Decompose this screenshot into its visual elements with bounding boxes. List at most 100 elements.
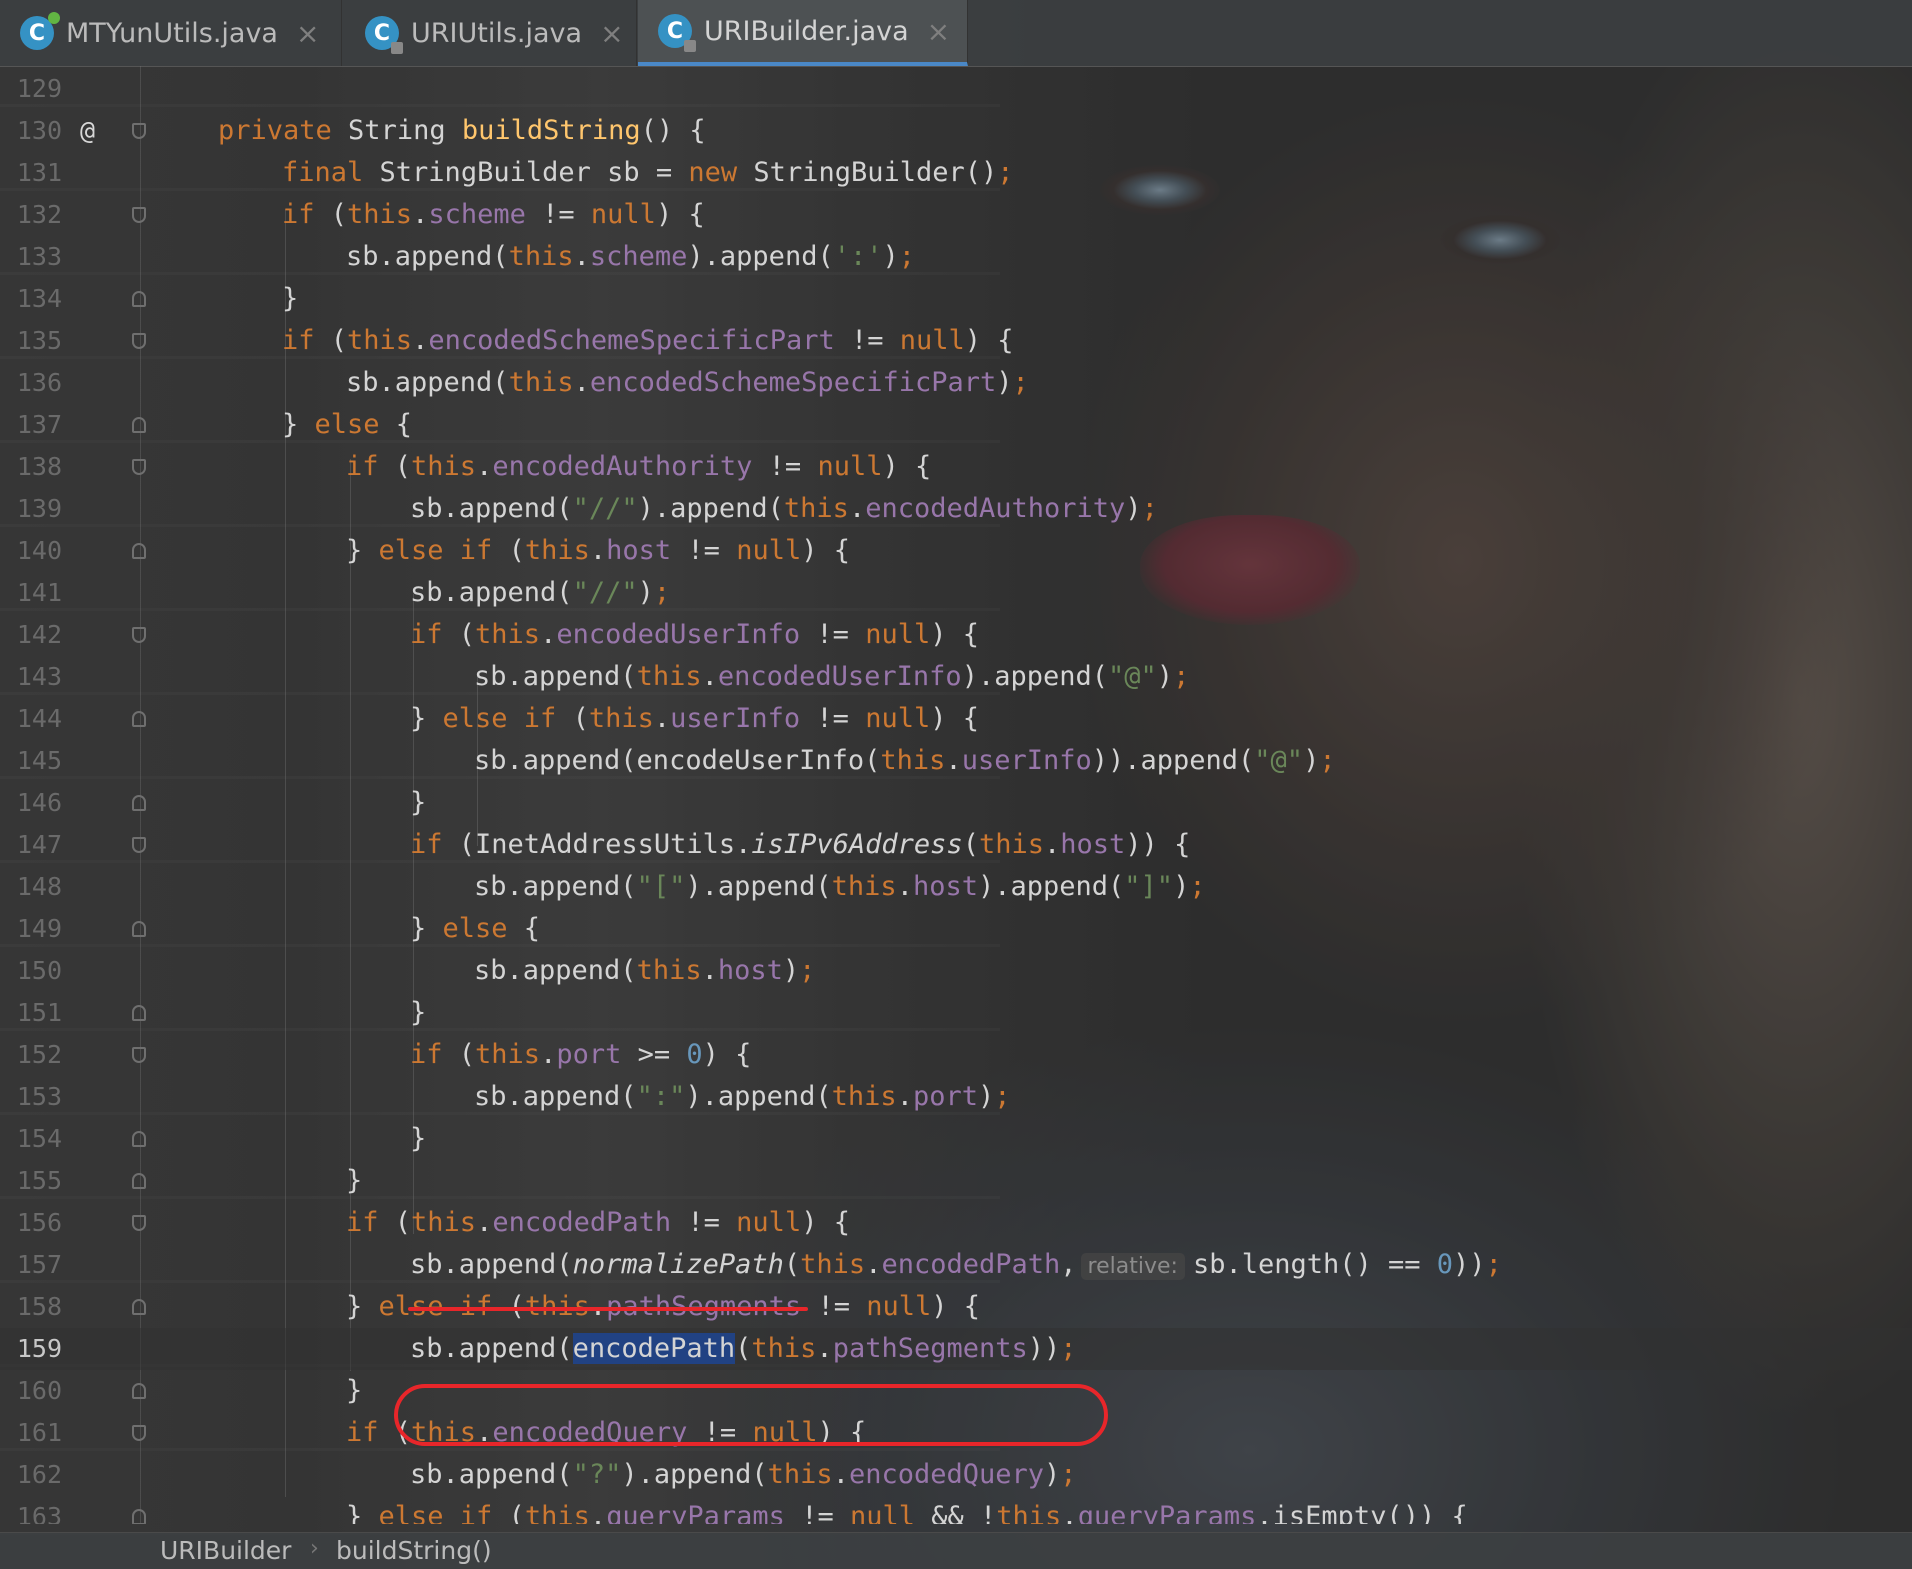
code-line: 162 sb.append("?").append(this.encodedQu… [0, 1454, 1912, 1496]
tab-uribuilder[interactable]: C URIBuilder.java × [638, 0, 968, 66]
code-line: 157 sb.append(normalizePath(this.encoded… [0, 1244, 1912, 1286]
code-line: 156 if (this.encodedPath != null) { [0, 1202, 1912, 1244]
fold-icon[interactable] [132, 837, 146, 853]
code-text: sb.append(encodeUserInfo(this.userInfo))… [474, 745, 1336, 776]
code-text: } else if (this.host != null) { [346, 535, 850, 566]
fold-icon[interactable] [132, 1047, 146, 1063]
code-text: } [346, 1375, 363, 1406]
fold-icon[interactable] [132, 1299, 146, 1315]
fold-icon[interactable] [132, 711, 146, 727]
code-text: } [282, 283, 299, 314]
code-line: 146 } [0, 782, 1912, 824]
line-number: 154 [16, 1124, 62, 1153]
code-text: } [410, 787, 427, 818]
code-text: sb.append(encodePath(this.pathSegments))… [410, 1333, 1077, 1364]
tab-mtyunutils[interactable]: C MTYunUtils.java × [0, 0, 342, 66]
fold-icon[interactable] [132, 207, 146, 223]
fold-icon[interactable] [132, 1131, 146, 1147]
code-text: if (this.encodedPath != null) { [346, 1207, 850, 1238]
line-number: 136 [16, 368, 62, 397]
code-line: 133 sb.append(this.scheme).append(':'); [0, 236, 1912, 278]
java-class-icon: C [365, 16, 403, 54]
chevron-right-icon: › [310, 1536, 319, 1561]
line-number: 130 [16, 116, 62, 145]
close-icon[interactable]: × [927, 15, 950, 48]
close-icon[interactable]: × [600, 17, 623, 50]
line-number: 133 [16, 242, 62, 271]
breadcrumb-method[interactable]: buildString() [336, 1536, 492, 1565]
tab-uriutils[interactable]: C URIUtils.java × [343, 0, 637, 66]
line-number: 139 [16, 494, 62, 523]
code-line: 137 } else { [0, 404, 1912, 446]
code-line: 140 } else if (this.host != null) { [0, 530, 1912, 572]
code-line: 135 if (this.encodedSchemeSpecificPart !… [0, 320, 1912, 362]
line-number: 129 [16, 74, 62, 103]
line-number: 151 [16, 998, 62, 1027]
selected-text: encodePath [572, 1333, 736, 1364]
code-text: if (this.encodedSchemeSpecificPart != nu… [282, 325, 1014, 356]
tab-label: URIBuilder.java [704, 15, 909, 47]
fold-icon[interactable] [132, 543, 146, 559]
code-text: if (InetAddressUtils.isIPv6Address(this.… [410, 829, 1191, 860]
fold-icon[interactable] [132, 1215, 146, 1231]
line-number: 150 [16, 956, 62, 985]
code-editor[interactable]: 129 130 @ private String buildString() {… [0, 66, 1912, 1524]
line-number: 148 [16, 872, 62, 901]
fold-icon[interactable] [132, 795, 146, 811]
code-text: sb.append(this.encodedUserInfo).append("… [474, 661, 1190, 692]
fold-icon[interactable] [132, 1383, 146, 1399]
fold-icon[interactable] [132, 1425, 146, 1441]
code-text: } else if (this.queryParams != null && !… [346, 1501, 1468, 1524]
code-line: 144 } else if (this.userInfo != null) { [0, 698, 1912, 740]
fold-icon[interactable] [132, 123, 146, 139]
code-text: } [410, 997, 427, 1028]
close-icon[interactable]: × [296, 17, 319, 50]
code-text: sb.append("//").append(this.encodedAutho… [410, 493, 1158, 524]
fold-icon[interactable] [132, 1005, 146, 1021]
line-number: 146 [16, 788, 62, 817]
line-number: 156 [16, 1208, 62, 1237]
code-line: 142 if (this.encodedUserInfo != null) { [0, 614, 1912, 656]
fold-icon[interactable] [132, 627, 146, 643]
code-text: private String buildString() { [218, 115, 706, 146]
code-line: 138 if (this.encodedAuthority != null) { [0, 446, 1912, 488]
fold-icon[interactable] [132, 417, 146, 433]
code-text: if (this.encodedUserInfo != null) { [410, 619, 980, 650]
line-number: 161 [16, 1418, 62, 1447]
fold-icon[interactable] [132, 1509, 146, 1524]
code-line: 134 } [0, 278, 1912, 320]
code-line: 154 } [0, 1118, 1912, 1160]
fold-icon[interactable] [132, 333, 146, 349]
parameter-hint: relative: [1080, 1253, 1185, 1280]
line-number: 157 [16, 1250, 62, 1279]
line-number: 152 [16, 1040, 62, 1069]
tab-label: MTYunUtils.java [66, 17, 278, 49]
breadcrumb-class[interactable]: URIBuilder [160, 1536, 291, 1565]
code-text: sb.append(this.host); [474, 955, 816, 986]
code-line: 163 } else if (this.queryParams != null … [0, 1496, 1912, 1524]
code-text: } else { [282, 409, 413, 440]
line-number: 143 [16, 662, 62, 691]
override-marker-icon[interactable]: @ [80, 110, 95, 152]
code-line: 155 } [0, 1160, 1912, 1202]
code-line: 148 sb.append("[").append(this.host).app… [0, 866, 1912, 908]
code-line: 152 if (this.port >= 0) { [0, 1034, 1912, 1076]
line-number: 137 [16, 410, 62, 439]
breadcrumb: URIBuilder › buildString() [0, 1532, 1912, 1569]
code-line: 130 @ private String buildString() { [0, 110, 1912, 152]
line-number: 155 [16, 1166, 62, 1195]
line-number: 160 [16, 1376, 62, 1405]
line-number: 140 [16, 536, 62, 565]
code-text: if (this.encodedAuthority != null) { [346, 451, 932, 482]
fold-icon[interactable] [132, 459, 146, 475]
fold-icon[interactable] [132, 1173, 146, 1189]
red-underline-annotation [408, 1307, 808, 1311]
line-number: 147 [16, 830, 62, 859]
code-line: 153 sb.append(":").append(this.port); [0, 1076, 1912, 1118]
code-text: } [346, 1165, 363, 1196]
line-number: 132 [16, 200, 62, 229]
fold-icon[interactable] [132, 291, 146, 307]
code-line: 150 sb.append(this.host); [0, 950, 1912, 992]
fold-icon[interactable] [132, 921, 146, 937]
code-text: final StringBuilder sb = new StringBuild… [282, 157, 1014, 188]
